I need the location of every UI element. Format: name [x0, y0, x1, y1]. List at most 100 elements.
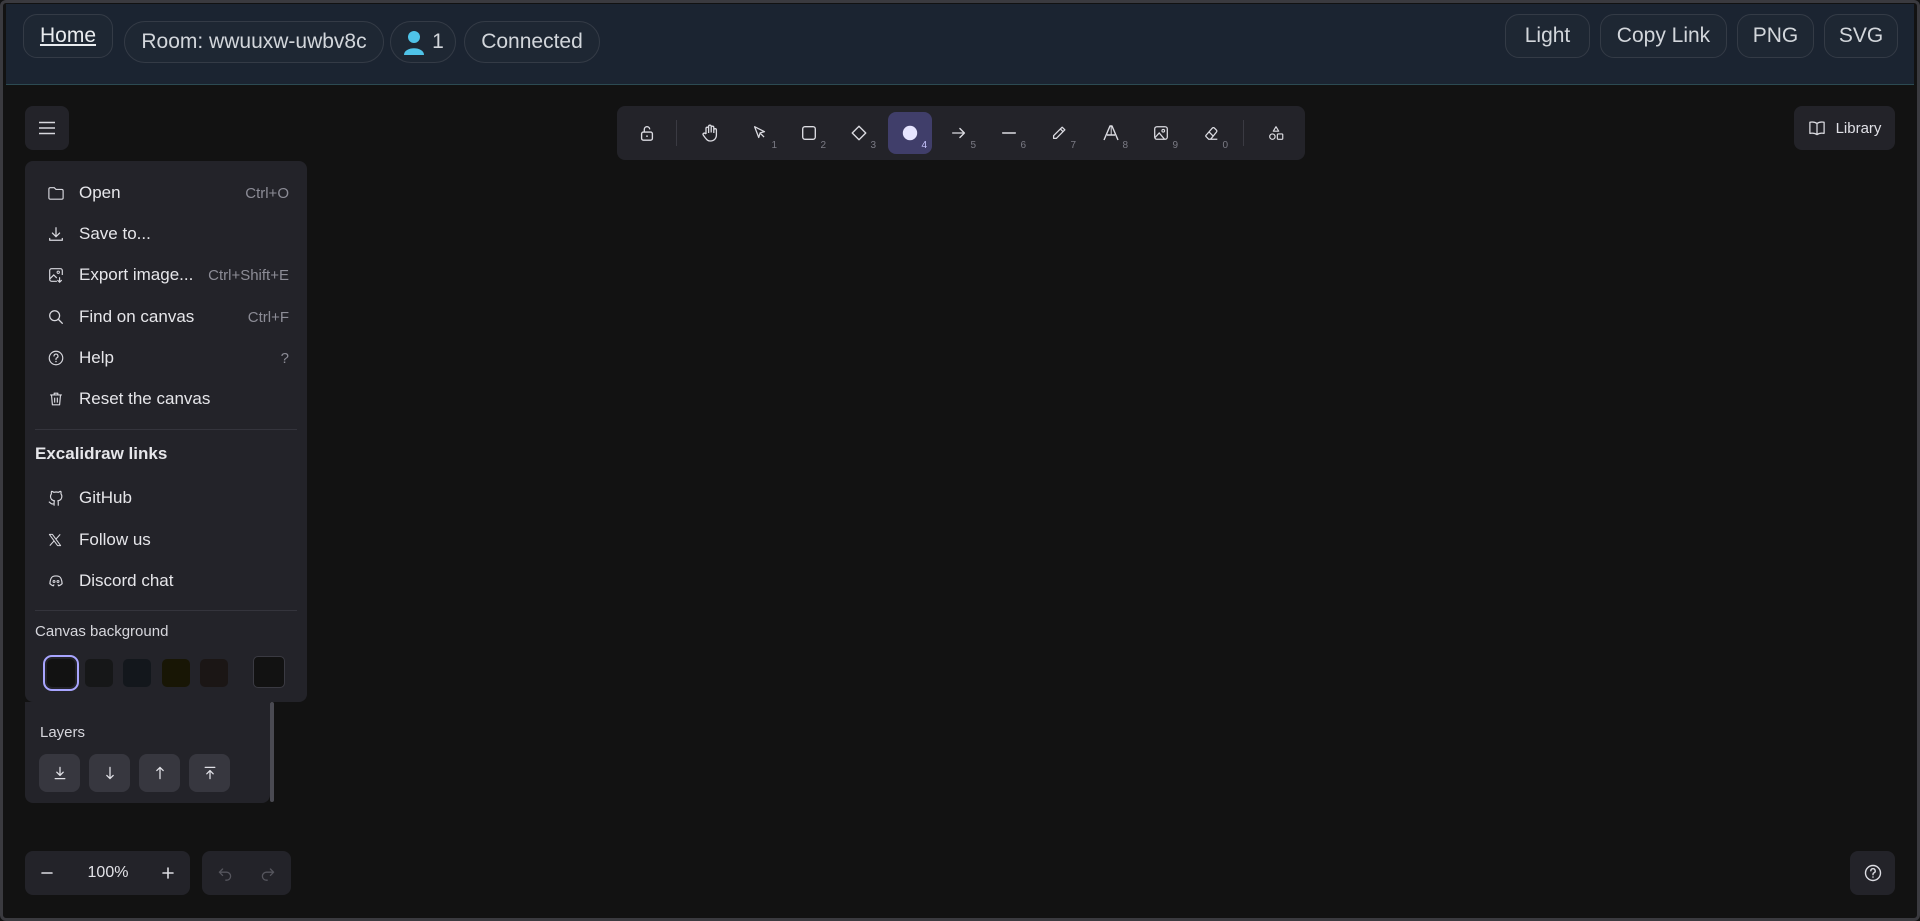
- toolbar-divider: [1243, 120, 1244, 146]
- pointer-icon: [753, 126, 766, 139]
- svg-button[interactable]: SVG: [1824, 14, 1898, 58]
- top-header: Home Room: wwuuxw-uwbv8c 1 Connected Lig…: [6, 4, 1914, 85]
- undo-button[interactable]: [203, 851, 247, 895]
- shapes-icon: [1269, 126, 1284, 140]
- links-heading: Excalidraw links: [35, 444, 168, 463]
- tool-line[interactable]: 6: [987, 112, 1031, 154]
- zoom-out-button[interactable]: [25, 851, 69, 895]
- home-link[interactable]: Home: [23, 14, 113, 58]
- bring-to-front-button[interactable]: [189, 754, 230, 792]
- folder-icon: [47, 185, 73, 201]
- connection-status: Connected: [464, 21, 600, 63]
- zoom-controls: 100%: [25, 851, 190, 895]
- bg-custom-color[interactable]: [253, 656, 285, 688]
- redo-button[interactable]: [246, 851, 290, 895]
- shape-toolbar: 1 2 3 4 5 6 7 8 9 0: [617, 106, 1305, 160]
- search-icon: [47, 308, 73, 326]
- arrow-up-icon: [155, 766, 164, 780]
- zoom-in-button[interactable]: [146, 851, 190, 895]
- help-button[interactable]: [1850, 851, 1895, 895]
- canvas-background-label: Canvas background: [35, 623, 169, 640]
- pencil-icon: [1052, 126, 1066, 140]
- tool-eraser[interactable]: 0: [1189, 112, 1233, 154]
- eraser-icon: [1205, 126, 1218, 140]
- redo-icon: [261, 868, 275, 881]
- tool-selection[interactable]: 1: [738, 112, 782, 154]
- main-menu-button[interactable]: [25, 106, 69, 150]
- home-label: Home: [39, 24, 97, 47]
- status-label: Connected: [481, 30, 583, 53]
- png-button[interactable]: PNG: [1737, 14, 1814, 58]
- tool-hand[interactable]: [688, 112, 732, 154]
- tool-arrow[interactable]: 5: [937, 112, 981, 154]
- tool-extra[interactable]: [1254, 112, 1298, 154]
- bg-swatch-4[interactable]: [162, 659, 190, 687]
- tool-diamond[interactable]: 3: [837, 112, 881, 154]
- theme-button[interactable]: Light: [1505, 14, 1590, 58]
- menu-item-help[interactable]: Help ?: [35, 340, 297, 376]
- hand-icon: [702, 124, 718, 142]
- tool-image[interactable]: 9: [1139, 112, 1183, 154]
- menu-divider: [35, 610, 297, 611]
- panel-scrollbar[interactable]: [270, 702, 274, 802]
- menu-item-follow-us[interactable]: Follow us: [35, 522, 297, 558]
- image-icon: [1154, 126, 1168, 140]
- library-button[interactable]: Library: [1794, 106, 1895, 150]
- room-badge: Room: wwuuxw-uwbv8c: [124, 21, 384, 63]
- arrow-down-icon: [105, 766, 114, 780]
- book-icon: [1808, 121, 1825, 136]
- menu-divider: [35, 429, 297, 430]
- tool-draw[interactable]: 7: [1037, 112, 1081, 154]
- tool-ellipse[interactable]: 4: [888, 112, 932, 154]
- room-label: Room: wwuuxw-uwbv8c: [141, 30, 367, 53]
- discord-icon: [47, 572, 73, 590]
- menu-item-save[interactable]: Save to...: [35, 216, 297, 252]
- hamburger-icon: [39, 121, 55, 135]
- download-icon: [47, 225, 73, 243]
- library-label: Library: [1835, 119, 1882, 137]
- zoom-reset-button[interactable]: 100%: [77, 851, 139, 895]
- bg-swatch-5[interactable]: [200, 659, 228, 687]
- rectangle-icon: [802, 126, 816, 140]
- menu-item-github[interactable]: GitHub: [35, 480, 297, 516]
- help-icon: [1864, 864, 1881, 882]
- help-icon: [47, 349, 73, 367]
- menu-item-reset-canvas[interactable]: Reset the canvas: [35, 381, 297, 417]
- text-icon: [1103, 125, 1119, 141]
- copy-link-button[interactable]: Copy Link: [1600, 14, 1727, 58]
- bg-swatch-3[interactable]: [123, 659, 151, 687]
- bring-forward-button[interactable]: [139, 754, 180, 792]
- svg-label: SVG: [1838, 24, 1884, 47]
- menu-item-discord[interactable]: Discord chat: [35, 563, 297, 599]
- tool-lock[interactable]: [625, 112, 669, 154]
- undo-redo-controls: [202, 851, 291, 895]
- layers-label: Layers: [40, 724, 86, 741]
- tool-rectangle[interactable]: 2: [787, 112, 831, 154]
- arrow-right-icon: [952, 127, 966, 139]
- bg-swatch-2[interactable]: [85, 659, 113, 687]
- menu-item-open[interactable]: Open Ctrl+O: [35, 175, 297, 211]
- menu-item-find-on-canvas[interactable]: Find on canvas Ctrl+F: [35, 299, 297, 335]
- main-menu-dropdown: Open Ctrl+O Save to... Export image... C…: [25, 161, 307, 702]
- user-icon: [402, 29, 426, 55]
- github-icon: [47, 489, 73, 507]
- bring-to-front-icon: [204, 766, 215, 780]
- export-image-icon: [47, 266, 73, 284]
- theme-button-label: Light: [1524, 24, 1571, 47]
- send-backward-button[interactable]: [89, 754, 130, 792]
- user-count-badge[interactable]: 1: [390, 21, 456, 63]
- tool-text[interactable]: 8: [1089, 112, 1133, 154]
- png-label: PNG: [1752, 24, 1799, 47]
- bg-swatch-1[interactable]: [43, 655, 79, 691]
- trash-icon: [47, 390, 73, 408]
- lock-open-icon: [640, 126, 654, 141]
- user-count: 1: [432, 30, 444, 53]
- undo-icon: [218, 868, 232, 881]
- minus-icon: [41, 872, 53, 874]
- menu-item-export-image[interactable]: Export image... Ctrl+Shift+E: [35, 257, 297, 293]
- ellipse-icon: [902, 125, 918, 141]
- x-icon: [47, 532, 73, 548]
- diamond-icon: [851, 125, 867, 141]
- send-to-back-button[interactable]: [39, 754, 80, 792]
- toolbar-divider: [676, 120, 677, 146]
